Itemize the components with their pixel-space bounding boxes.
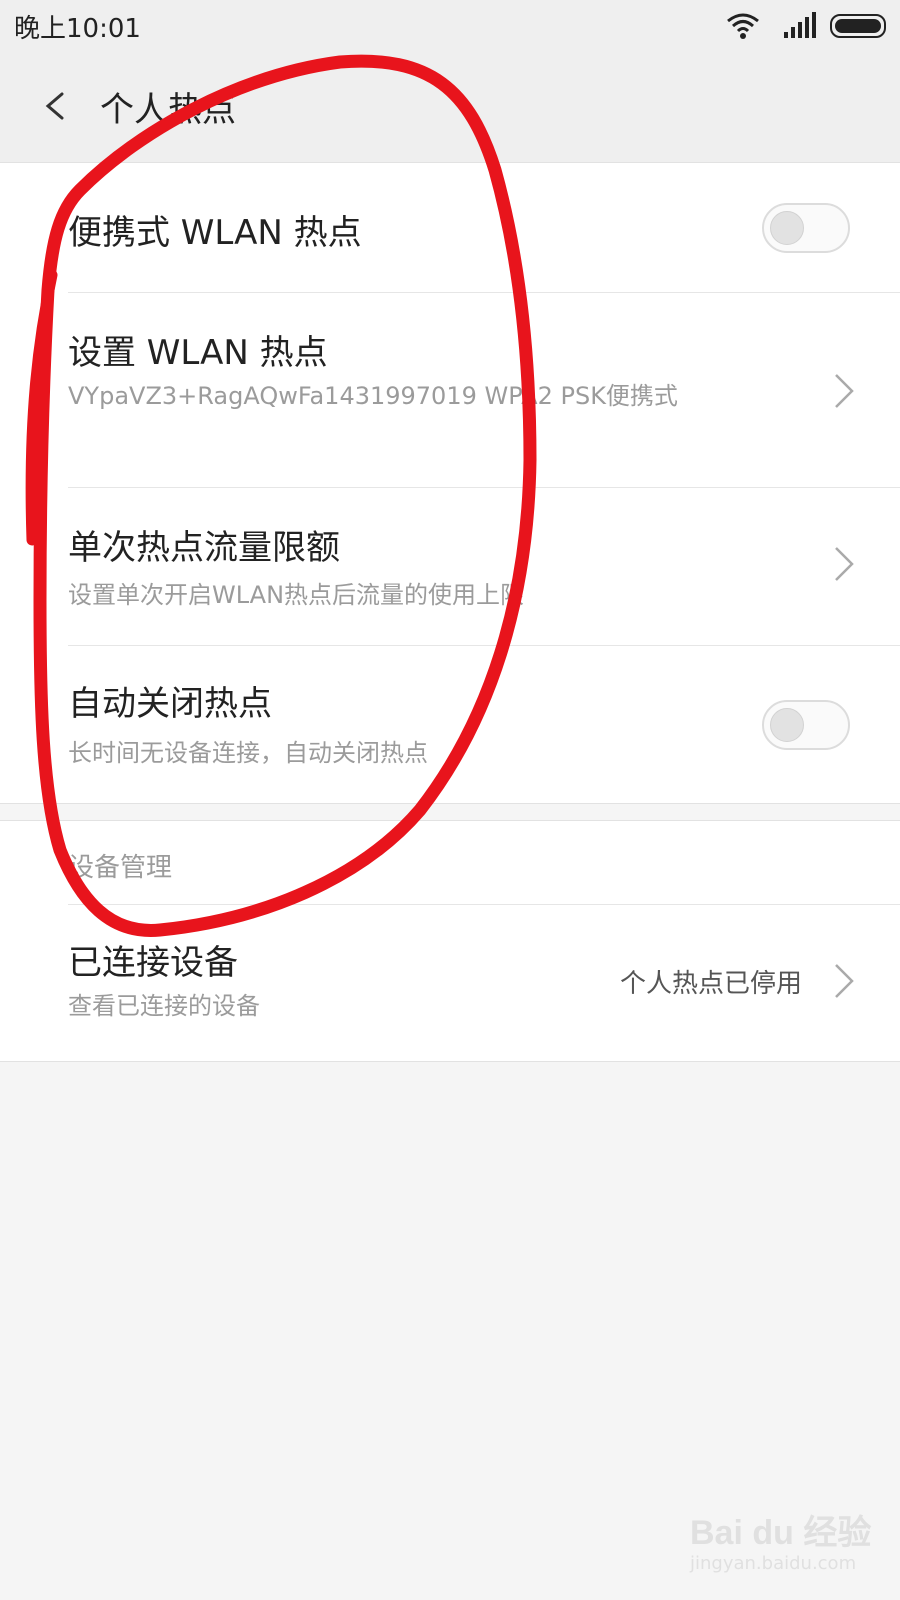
setup-hotspot-subtitle: VYpaVZ3+RagAQwFa1431997019 WPA2 PSK便携式 — [68, 382, 678, 410]
watermark-url: jingyan.baidu.com — [690, 1553, 857, 1574]
setup-hotspot-row[interactable]: 设置 WLAN 热点 VYpaVZ3+RagAQwFa1431997019 WP… — [0, 293, 900, 488]
device-management-group: 设备管理 已连接设备 查看已连接的设备 个人热点已停用 — [0, 820, 900, 1062]
auto-off-title: 自动关闭热点 — [68, 684, 272, 724]
portable-hotspot-row[interactable]: 便携式 WLAN 热点 — [0, 163, 900, 293]
section-header-row: 设备管理 — [0, 821, 900, 905]
data-limit-title: 单次热点流量限额 — [68, 528, 340, 568]
connected-devices-subtitle: 查看已连接的设备 — [68, 992, 260, 1020]
portable-hotspot-title: 便携式 WLAN 热点 — [68, 213, 362, 253]
back-button[interactable] — [26, 78, 82, 134]
section-header: 设备管理 — [68, 853, 173, 883]
chevron-right-icon — [835, 374, 854, 408]
auto-off-toggle[interactable] — [762, 700, 850, 750]
watermark: Bai du 经验 jingyan.baidu.com — [690, 1505, 880, 1585]
chevron-right-icon — [835, 964, 854, 998]
status-icons — [716, 10, 886, 42]
watermark-logo: Bai du 经验 — [690, 1514, 872, 1552]
wifi-icon — [727, 13, 759, 39]
hotspot-status-value: 个人热点已停用 — [619, 969, 802, 999]
chevron-right-icon — [835, 547, 854, 581]
setup-hotspot-title: 设置 WLAN 热点 — [68, 333, 328, 373]
connected-devices-title: 已连接设备 — [68, 943, 238, 983]
toggle-knob — [770, 211, 804, 245]
battery-icon — [830, 14, 886, 38]
chevron-left-icon — [45, 92, 64, 120]
signal-icon — [784, 12, 816, 38]
portable-hotspot-toggle[interactable] — [762, 203, 850, 253]
page-title: 个人热点 — [100, 90, 236, 130]
status-time: 晚上10:01 — [14, 14, 141, 44]
data-limit-subtitle: 设置单次开启WLAN热点后流量的使用上限 — [68, 581, 525, 609]
data-limit-row[interactable]: 单次热点流量限额 设置单次开启WLAN热点后流量的使用上限 — [0, 488, 900, 646]
connected-devices-row[interactable]: 已连接设备 查看已连接的设备 个人热点已停用 — [0, 905, 900, 1061]
title-bar: 个人热点 — [0, 52, 900, 162]
status-bar: 晚上10:01 — [0, 0, 900, 52]
battery-level — [835, 19, 881, 33]
auto-off-row[interactable]: 自动关闭热点 长时间无设备连接，自动关闭热点 — [0, 646, 900, 803]
auto-off-subtitle: 长时间无设备连接，自动关闭热点 — [68, 739, 428, 767]
hotspot-settings-group: 便携式 WLAN 热点 设置 WLAN 热点 VYpaVZ3+RagAQwFa1… — [0, 162, 900, 804]
toggle-knob — [770, 708, 804, 742]
